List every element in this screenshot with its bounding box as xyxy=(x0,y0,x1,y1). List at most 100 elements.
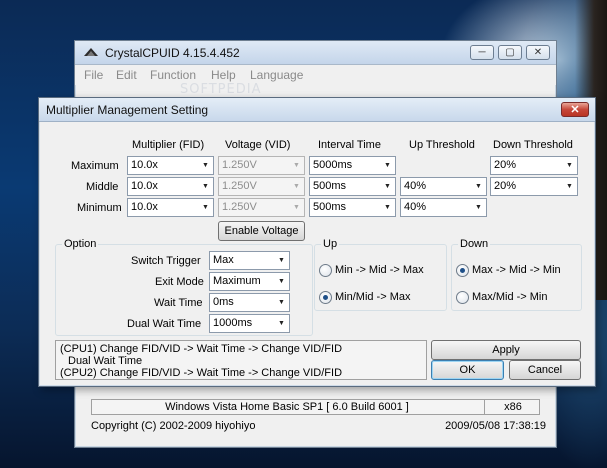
chevron-down-icon: ▼ xyxy=(202,204,209,211)
chevron-down-icon: ▼ xyxy=(384,204,391,211)
up-option-1-label[interactable]: Min -> Mid -> Max xyxy=(335,264,424,276)
maximize-icon: ▢ xyxy=(505,47,515,58)
os-version-text: Windows Vista Home Basic SP1 [ 6.0 Build… xyxy=(165,401,409,413)
architecture-text: x86 xyxy=(504,401,522,413)
down-threshold-header: Down Threshold xyxy=(493,139,573,151)
apply-button[interactable]: Apply xyxy=(431,340,581,360)
minimum-multiplier-select[interactable]: 10.0x ▼ xyxy=(127,198,214,217)
middle-down-threshold-select[interactable]: 20% ▼ xyxy=(490,177,578,196)
row-label-minimum: Minimum xyxy=(77,202,122,214)
chevron-down-icon: ▼ xyxy=(475,204,482,211)
middle-down-threshold-value: 20% xyxy=(494,180,517,192)
copyright-text: Copyright (C) 2002-2009 hiyohiyo xyxy=(91,420,256,432)
close-icon: ✕ xyxy=(533,47,543,58)
chevron-down-icon: ▼ xyxy=(566,162,573,169)
chevron-down-icon: ▼ xyxy=(278,278,285,285)
menu-function[interactable]: Function xyxy=(150,68,196,82)
chevron-down-icon: ▼ xyxy=(293,162,300,169)
middle-interval-value: 500ms xyxy=(313,180,347,192)
enable-voltage-button[interactable]: Enable Voltage xyxy=(218,221,305,241)
up-option-1-radio[interactable] xyxy=(319,264,332,277)
middle-multiplier-select[interactable]: 10.0x ▼ xyxy=(127,177,214,196)
apply-label: Apply xyxy=(492,344,520,356)
minimize-button[interactable]: ─ xyxy=(470,45,494,60)
info-line-cpu2: (CPU2) Change FID/VID -> Wait Time -> Ch… xyxy=(60,367,343,379)
down-option-1-label[interactable]: Max -> Mid -> Min xyxy=(472,264,561,276)
close-icon: ✕ xyxy=(570,104,580,116)
middle-interval-select[interactable]: 500ms ▼ xyxy=(309,177,396,196)
ok-label: OK xyxy=(459,364,476,376)
chevron-down-icon: ▼ xyxy=(278,299,285,306)
date-text: 2009/05/08 17:38:19 xyxy=(445,420,546,432)
cancel-button[interactable]: Cancel xyxy=(509,360,581,380)
dual-wait-time-select[interactable]: 1000ms ▼ xyxy=(209,314,290,333)
dual-wait-time-label: Dual Wait Time xyxy=(127,318,202,330)
minimize-icon: ─ xyxy=(478,47,486,58)
wait-time-select[interactable]: 0ms ▼ xyxy=(209,293,290,312)
switch-trigger-value: Max xyxy=(213,254,234,266)
chevron-down-icon: ▼ xyxy=(293,183,300,190)
multiplier-header: Multiplier (FID) xyxy=(132,139,205,151)
up-threshold-header: Up Threshold xyxy=(409,139,475,151)
watermark-text: SOFTPEDIA xyxy=(180,82,262,97)
minimum-voltage-select[interactable]: 1.250V ▼ xyxy=(218,198,305,217)
info-line-dual-wait: Dual Wait Time xyxy=(68,355,143,367)
exit-mode-select[interactable]: Maximum ▼ xyxy=(209,272,290,291)
maximum-interval-select[interactable]: 5000ms ▼ xyxy=(309,156,396,175)
maximum-voltage-select[interactable]: 1.250V ▼ xyxy=(218,156,305,175)
chevron-down-icon: ▼ xyxy=(202,162,209,169)
voltage-header: Voltage (VID) xyxy=(225,139,291,151)
down-group-title: Down xyxy=(458,238,491,250)
menu-bar: File Edit Function Help Language xyxy=(75,65,556,85)
dialog-titlebar[interactable]: Multiplier Management Setting ✕ xyxy=(39,98,595,122)
up-option-2-radio[interactable] xyxy=(319,291,332,304)
middle-voltage-value: 1.250V xyxy=(222,180,257,192)
maximum-down-threshold-select[interactable]: 20% ▼ xyxy=(490,156,578,175)
chevron-down-icon: ▼ xyxy=(384,183,391,190)
minimum-up-threshold-value: 40% xyxy=(404,201,427,213)
exit-mode-value: Maximum xyxy=(213,275,261,287)
minimum-interval-select[interactable]: 500ms ▼ xyxy=(309,198,396,217)
crystal-app-icon xyxy=(84,48,98,56)
dialog-title: Multiplier Management Setting xyxy=(46,103,209,117)
chevron-down-icon: ▼ xyxy=(278,257,285,264)
up-group-title: Up xyxy=(321,238,340,250)
middle-up-threshold-select[interactable]: 40% ▼ xyxy=(400,177,487,196)
dialog-close-button[interactable]: ✕ xyxy=(561,102,589,117)
maximum-multiplier-value: 10.0x xyxy=(131,159,158,171)
menu-edit[interactable]: Edit xyxy=(116,68,137,82)
main-titlebar[interactable]: CrystalCPUID 4.15.4.452 ─ ▢ ✕ xyxy=(75,41,556,65)
down-option-1-radio[interactable] xyxy=(456,264,469,277)
dual-wait-time-value: 1000ms xyxy=(213,317,253,329)
minimum-up-threshold-select[interactable]: 40% ▼ xyxy=(400,198,487,217)
os-status-bar: Windows Vista Home Basic SP1 [ 6.0 Build… xyxy=(91,399,540,415)
chevron-down-icon: ▼ xyxy=(293,204,300,211)
cpu-sequence-info: (CPU1) Change FID/VID -> Wait Time -> Ch… xyxy=(55,340,427,380)
maximum-multiplier-select[interactable]: 10.0x ▼ xyxy=(127,156,214,175)
middle-voltage-select[interactable]: 1.250V ▼ xyxy=(218,177,305,196)
ok-button[interactable]: OK xyxy=(431,360,504,380)
wait-time-label: Wait Time xyxy=(154,297,203,309)
chevron-down-icon: ▼ xyxy=(384,162,391,169)
down-option-2-label[interactable]: Max/Mid -> Min xyxy=(472,291,548,303)
up-option-2-label[interactable]: Min/Mid -> Max xyxy=(335,291,411,303)
info-line-cpu1: (CPU1) Change FID/VID -> Wait Time -> Ch… xyxy=(60,343,343,355)
maximum-interval-value: 5000ms xyxy=(313,159,353,171)
minimum-interval-value: 500ms xyxy=(313,201,347,213)
menu-language[interactable]: Language xyxy=(250,68,303,82)
maximize-button[interactable]: ▢ xyxy=(498,45,522,60)
chevron-down-icon: ▼ xyxy=(278,320,285,327)
minimum-multiplier-value: 10.0x xyxy=(131,201,158,213)
main-close-button[interactable]: ✕ xyxy=(526,45,550,60)
middle-up-threshold-value: 40% xyxy=(404,180,427,192)
row-label-middle: Middle xyxy=(86,181,119,193)
down-option-2-radio[interactable] xyxy=(456,291,469,304)
row-label-maximum: Maximum xyxy=(71,160,119,172)
menu-help[interactable]: Help xyxy=(211,68,236,82)
enable-voltage-label: Enable Voltage xyxy=(224,225,299,237)
interval-header: Interval Time xyxy=(318,139,381,151)
maximum-voltage-value: 1.250V xyxy=(222,159,257,171)
wait-time-value: 0ms xyxy=(213,296,234,308)
switch-trigger-select[interactable]: Max ▼ xyxy=(209,251,290,270)
menu-file[interactable]: File xyxy=(84,68,103,82)
